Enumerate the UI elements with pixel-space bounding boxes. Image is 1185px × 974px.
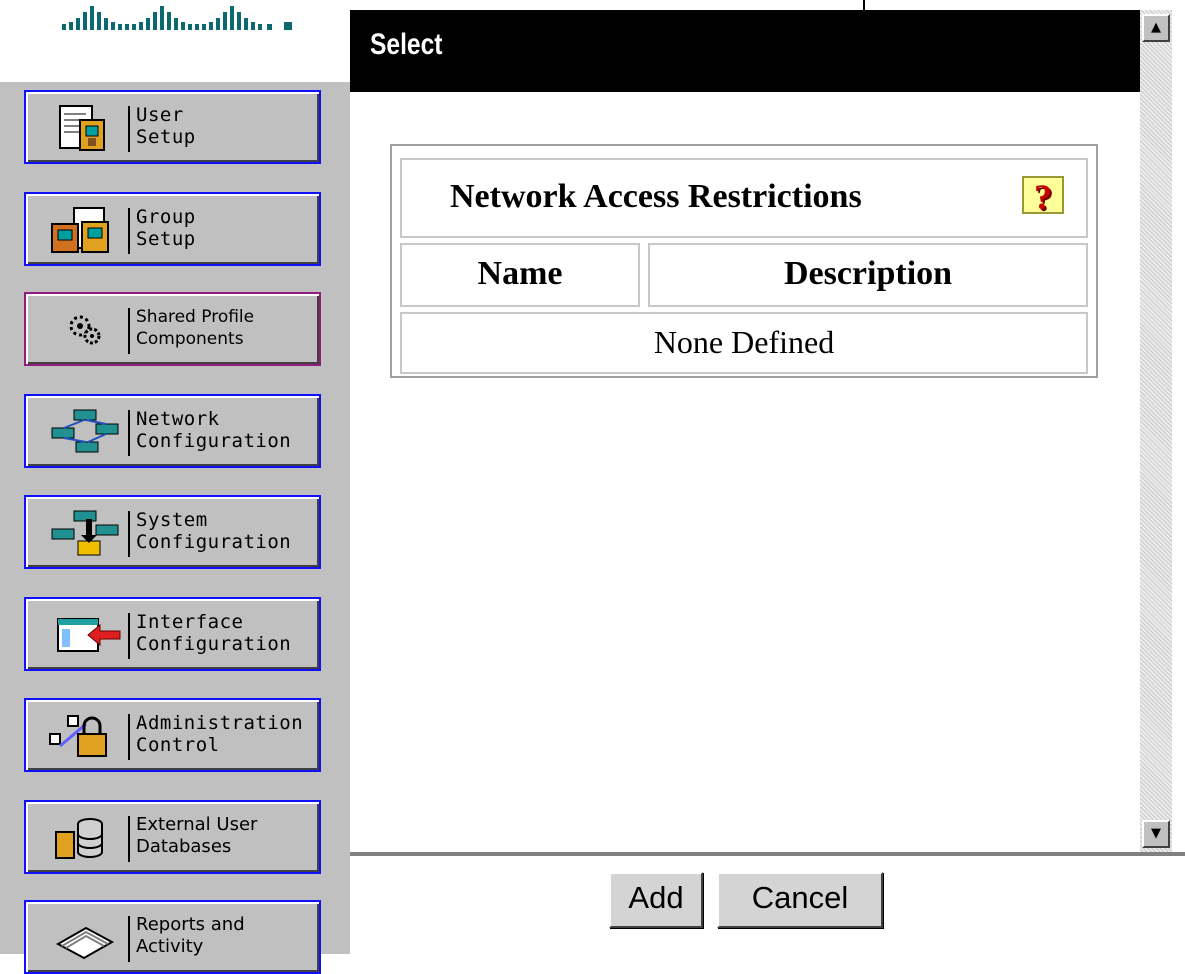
triangle-down-icon: ▼	[1151, 826, 1161, 841]
table-caption: Network Access Restrictions	[450, 178, 862, 215]
nav-interface-configuration-button[interactable]: Interface Configuration	[24, 597, 321, 671]
interface-config-icon	[57, 618, 121, 652]
button-frame: Add Cancel	[350, 856, 1185, 954]
nav-item-label: Interface Configuration	[136, 611, 292, 655]
triangle-up-icon: ▲	[1151, 20, 1161, 35]
add-button[interactable]: Add	[609, 872, 703, 928]
nav-external-user-databases-button[interactable]: External User Databases	[24, 800, 321, 874]
column-header-name: Name	[400, 243, 640, 307]
network-access-restrictions-table: Network Access Restrictions ? Name Descr…	[390, 144, 1098, 378]
nav-group-setup-button[interactable]: Group Setup	[24, 192, 321, 266]
admin-lock-icon	[49, 715, 107, 757]
dialog-title-bar: Select	[350, 10, 1140, 92]
database-icon	[55, 818, 103, 859]
nav-item-label: System Configuration	[136, 509, 292, 553]
nav-network-configuration-button[interactable]: Network Configuration	[24, 394, 321, 468]
nav-user-setup-button[interactable]: User Setup	[24, 90, 321, 164]
nav-item-label: Group Setup	[136, 206, 196, 250]
vertical-scrollbar[interactable]: ▲ ▼	[1140, 10, 1172, 854]
question-mark-icon: ?	[1034, 177, 1052, 217]
scroll-up-button[interactable]: ▲	[1142, 14, 1170, 42]
nav-item-label: Shared Profile Components	[136, 307, 255, 349]
column-header-label: Name	[477, 255, 563, 292]
nav-item-label: Network Configuration	[136, 408, 292, 452]
group-setup-icon	[51, 207, 109, 253]
nav-item-label: Reports and Activity	[136, 914, 245, 957]
nav-item-label: Administration Control	[136, 712, 304, 756]
user-setup-icon	[59, 105, 105, 151]
gears-icon	[69, 315, 101, 345]
top-frame-strip	[350, 0, 1140, 10]
nav-administration-control-button[interactable]: Administration Control	[24, 698, 321, 772]
sidebar: User Setup Group Setup Shared Profile Co…	[0, 82, 350, 974]
cisco-logo-icon	[62, 6, 292, 30]
system-config-icon	[51, 510, 119, 556]
network-icon	[51, 409, 119, 453]
nav-system-configuration-button[interactable]: System Configuration	[24, 495, 321, 569]
nav-shared-profile-components-button[interactable]: Shared Profile Components	[24, 292, 321, 366]
table-caption-cell: Network Access Restrictions ?	[400, 158, 1088, 238]
dialog-title: Select	[370, 28, 443, 61]
column-header-label: Description	[783, 255, 953, 292]
nav-reports-and-activity-button[interactable]: Reports and Activity	[24, 900, 321, 974]
scroll-down-button[interactable]: ▼	[1142, 820, 1170, 848]
logo-area	[0, 0, 350, 82]
dialog-content: Network Access Restrictions ? Name Descr…	[350, 92, 1140, 854]
table-row: None Defined	[400, 312, 1088, 374]
nav-item-label: User Setup	[136, 104, 196, 148]
column-header-description: Description	[648, 243, 1088, 307]
cancel-button[interactable]: Cancel	[717, 872, 883, 928]
help-icon[interactable]: ?	[1022, 176, 1064, 217]
empty-table-text: None Defined	[653, 324, 835, 360]
nav-item-label: External User Databases	[136, 814, 258, 857]
reports-icon	[55, 926, 115, 960]
